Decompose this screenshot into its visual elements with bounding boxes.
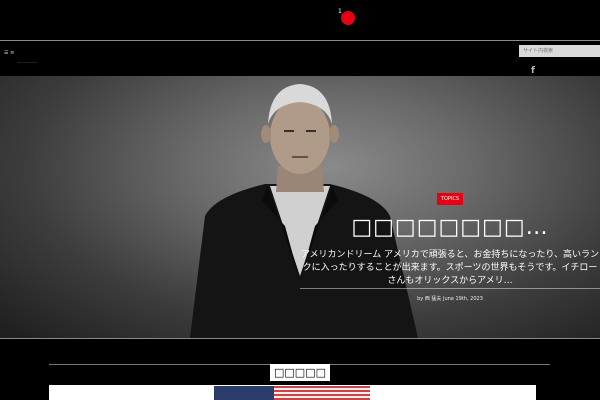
logo[interactable]	[341, 11, 355, 25]
flag-canton	[214, 386, 274, 400]
article-thumbnail[interactable]	[214, 386, 370, 400]
menu-sub-label: ————	[17, 60, 37, 66]
hero-excerpt: アメリカンドリーム アメリカで頑張ると、お金持ちになったり、高いランクに入ったり…	[301, 250, 599, 286]
facebook-icon[interactable]: f	[531, 66, 535, 76]
hero-bottom-divider	[0, 338, 600, 339]
nav-bar	[0, 41, 600, 76]
hero-byline: by 西 猛夫 June 19th, 2023	[417, 296, 483, 302]
section-title: □□□□□	[270, 364, 330, 381]
topics-badge[interactable]: TOPICS	[437, 193, 463, 205]
hero-divider	[300, 288, 600, 289]
menu-icon[interactable]: ☰ ≡	[4, 50, 14, 56]
top-header: 1	[0, 0, 600, 40]
hero-headline[interactable]: □□□□□□□□…	[300, 214, 600, 242]
search-input[interactable]	[519, 45, 600, 57]
